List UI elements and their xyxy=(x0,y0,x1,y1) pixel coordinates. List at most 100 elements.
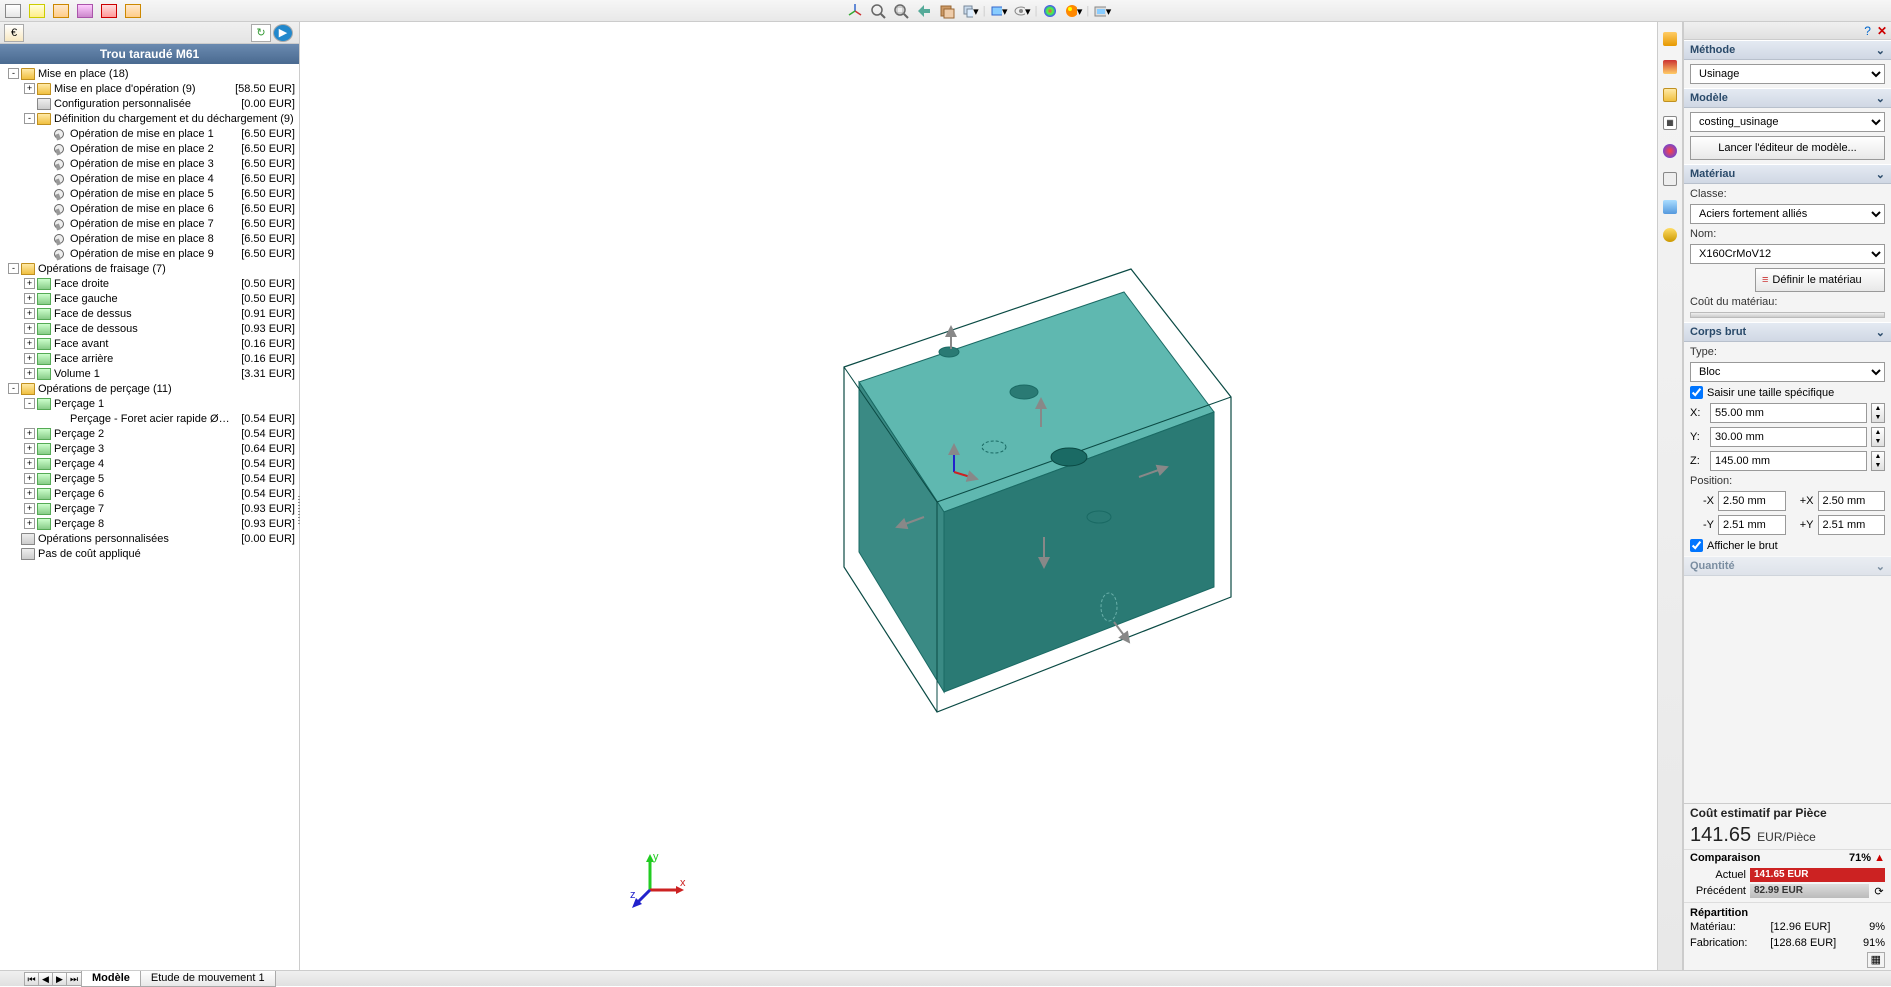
tree-row[interactable]: +Face gauche[0.50 EUR] xyxy=(0,291,299,306)
expand-toggle[interactable]: + xyxy=(24,293,35,304)
tree-row[interactable]: +Face arrière[0.16 EUR] xyxy=(0,351,299,366)
previous-view-icon[interactable] xyxy=(914,2,934,20)
method-combo[interactable]: Usinage xyxy=(1690,64,1885,84)
expand-toggle[interactable]: - xyxy=(8,383,19,394)
view-orient-icon[interactable] xyxy=(845,2,865,20)
tree-row[interactable]: +Perçage 7[0.93 EUR] xyxy=(0,501,299,516)
expand-toggle[interactable]: + xyxy=(24,278,35,289)
y-spinner[interactable]: ▲▼ xyxy=(1871,427,1885,447)
library-tab-icon[interactable] xyxy=(1659,84,1681,106)
pos-x-input[interactable] xyxy=(1818,491,1886,511)
tree-row[interactable]: Perçage - Foret acier rapide Ø6.00 mm[0.… xyxy=(0,411,299,426)
x-spinner[interactable]: ▲▼ xyxy=(1871,403,1885,423)
tree-row[interactable]: Pas de coût appliqué xyxy=(0,546,299,561)
help-icon[interactable]: ? xyxy=(1864,24,1871,38)
material-name-combo[interactable]: X160CrMoV12 xyxy=(1690,244,1885,264)
tree-row[interactable]: +Perçage 8[0.93 EUR] xyxy=(0,516,299,531)
view-orientation-icon[interactable]: ▾ xyxy=(960,2,980,20)
play-icon[interactable]: ▶ xyxy=(273,24,293,42)
expand-toggle[interactable]: + xyxy=(24,368,35,379)
tree-row[interactable]: -Opérations de fraisage (7) xyxy=(0,261,299,276)
expand-toggle[interactable]: + xyxy=(24,428,35,439)
sheet-nav[interactable]: ⏮◀▶⏭ xyxy=(24,972,82,986)
expand-toggle[interactable]: + xyxy=(24,308,35,319)
graphics-viewport[interactable]: y x z xyxy=(300,22,1657,970)
tree-row[interactable]: Opération de mise en place 7[6.50 EUR] xyxy=(0,216,299,231)
tree-row[interactable]: +Perçage 3[0.64 EUR] xyxy=(0,441,299,456)
tree-row[interactable]: Opération de mise en place 3[6.50 EUR] xyxy=(0,156,299,171)
tree-row[interactable]: +Volume 1[3.31 EUR] xyxy=(0,366,299,381)
launch-editor-button[interactable]: Lancer l'éditeur de modèle... xyxy=(1690,136,1885,160)
x-input[interactable] xyxy=(1710,403,1867,423)
tree-row[interactable]: -Mise en place (18) xyxy=(0,66,299,81)
expand-toggle[interactable]: + xyxy=(24,473,35,484)
class-combo[interactable]: Aciers fortement alliés xyxy=(1690,204,1885,224)
expand-toggle[interactable]: - xyxy=(24,398,35,409)
close-icon[interactable]: ✕ xyxy=(1877,24,1887,38)
zoom-fit-icon[interactable] xyxy=(868,2,888,20)
tab-model[interactable]: Modèle xyxy=(81,971,141,987)
tree-row[interactable]: +Face de dessus[0.91 EUR] xyxy=(0,306,299,321)
neg-x-input[interactable] xyxy=(1718,491,1786,511)
pos-y-input[interactable] xyxy=(1818,515,1886,535)
custom-tab-icon[interactable] xyxy=(1659,196,1681,218)
tree-row[interactable]: Opération de mise en place 1[6.50 EUR] xyxy=(0,126,299,141)
refresh-compare-icon[interactable]: ⟳ xyxy=(1873,885,1885,898)
tab-motion-study[interactable]: Etude de mouvement 1 xyxy=(140,971,276,987)
home-tab-icon[interactable] xyxy=(1659,28,1681,50)
tree-row[interactable]: +Face de dessous[0.93 EUR] xyxy=(0,321,299,336)
costing-tab-icon[interactable]: € xyxy=(4,24,24,42)
tree-row[interactable]: +Perçage 4[0.54 EUR] xyxy=(0,456,299,471)
properties-tab-icon[interactable] xyxy=(1659,168,1681,190)
zoom-area-icon[interactable] xyxy=(891,2,911,20)
toolbar-btn-4[interactable] xyxy=(74,1,96,21)
toolbar-btn-5[interactable] xyxy=(98,1,120,21)
expand-toggle[interactable]: + xyxy=(24,518,35,529)
stock-type-combo[interactable]: Bloc xyxy=(1690,362,1885,382)
expand-toggle[interactable]: + xyxy=(24,458,35,469)
section-view-icon[interactable] xyxy=(937,2,957,20)
expand-toggle[interactable]: + xyxy=(24,353,35,364)
tree-row[interactable]: +Face avant[0.16 EUR] xyxy=(0,336,299,351)
expand-toggle[interactable]: - xyxy=(8,68,19,79)
appearance-icon[interactable] xyxy=(1040,2,1060,20)
section-material[interactable]: Matériau⌄ xyxy=(1684,164,1891,184)
expand-repartition-icon[interactable]: ▦ xyxy=(1867,952,1885,968)
tree-row[interactable]: -Perçage 1 xyxy=(0,396,299,411)
expand-toggle[interactable]: - xyxy=(24,113,35,124)
expand-toggle[interactable]: + xyxy=(24,323,35,334)
toolbar-btn-1[interactable] xyxy=(2,1,24,21)
tree-row[interactable]: Opération de mise en place 8[6.50 EUR] xyxy=(0,231,299,246)
display-style-icon[interactable]: ▾ xyxy=(989,2,1009,20)
tree-row[interactable]: +Perçage 2[0.54 EUR] xyxy=(0,426,299,441)
appearances-tab-icon[interactable] xyxy=(1659,140,1681,162)
expand-toggle[interactable]: + xyxy=(24,338,35,349)
expand-toggle[interactable]: + xyxy=(24,443,35,454)
tree-row[interactable]: Opération de mise en place 2[6.50 EUR] xyxy=(0,141,299,156)
tree-row[interactable]: +Perçage 6[0.54 EUR] xyxy=(0,486,299,501)
tree-row[interactable]: -Définition du chargement et du décharge… xyxy=(0,111,299,126)
tree-row[interactable]: +Mise en place d'opération (9)[58.50 EUR… xyxy=(0,81,299,96)
tree-row[interactable]: Opération de mise en place 5[6.50 EUR] xyxy=(0,186,299,201)
tree-row[interactable]: Opération de mise en place 6[6.50 EUR] xyxy=(0,201,299,216)
tree-row[interactable]: -Opérations de perçage (11) xyxy=(0,381,299,396)
section-method[interactable]: Méthode⌄ xyxy=(1684,40,1891,60)
scene-icon[interactable]: ▾ xyxy=(1063,2,1083,20)
costing-tab-icon[interactable] xyxy=(1659,224,1681,246)
section-stock[interactable]: Corps brut⌄ xyxy=(1684,322,1891,342)
tree-row[interactable]: +Face droite[0.50 EUR] xyxy=(0,276,299,291)
section-quantity[interactable]: Quantité⌄ xyxy=(1684,556,1891,576)
tree-row[interactable]: +Perçage 5[0.54 EUR] xyxy=(0,471,299,486)
expand-toggle[interactable]: - xyxy=(8,263,19,274)
define-material-button[interactable]: ≡Définir le matériau xyxy=(1755,268,1885,292)
refresh-icon[interactable]: ↻ xyxy=(251,24,271,42)
feature-tree[interactable]: -Mise en place (18)+Mise en place d'opér… xyxy=(0,64,299,970)
z-spinner[interactable]: ▲▼ xyxy=(1871,451,1885,471)
show-stock-checkbox[interactable] xyxy=(1690,539,1703,552)
render-icon[interactable]: ▾ xyxy=(1092,2,1112,20)
tree-row[interactable]: Opérations personnalisées[0.00 EUR] xyxy=(0,531,299,546)
section-model[interactable]: Modèle⌄ xyxy=(1684,88,1891,108)
z-input[interactable] xyxy=(1710,451,1867,471)
view-palette-icon[interactable]: ▦ xyxy=(1659,112,1681,134)
y-input[interactable] xyxy=(1710,427,1867,447)
